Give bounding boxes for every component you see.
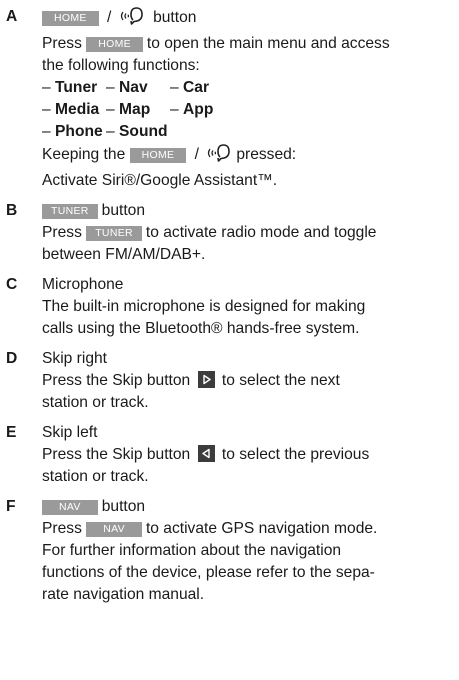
entry-body: TUNER button Press TUNER to activate radio… (42, 200, 453, 266)
entry-body: Microphone The built-in microphone is de… (42, 274, 453, 340)
title-suffix: button (101, 202, 146, 219)
title-suffix: button (153, 9, 197, 26)
desc-line: between FM/AM/DAB+. (42, 246, 206, 263)
text: pressed: (236, 146, 297, 163)
entry-body: Skip right Press the Skip button to sele… (42, 348, 453, 414)
desc-line: For further information about the naviga… (42, 542, 342, 559)
desc-line: calls using the Bluetooth® hands-free sy… (42, 320, 360, 337)
nav-key-label: NAV (86, 522, 142, 537)
tuner-key-label: TUNER (86, 226, 142, 241)
desc-line: Press the Skip button to select the prev… (42, 444, 453, 466)
entry-body: Skip left Press the Skip button to selec… (42, 422, 453, 488)
entry-title: HOME / button (42, 6, 453, 33)
text: Press the Skip button (42, 446, 191, 463)
function-item: – Car (170, 79, 210, 96)
home-key-label: HOME (42, 11, 99, 26)
text: to activate radio mode and toggle (145, 224, 377, 241)
desc-line: the following functions: (42, 57, 200, 74)
nav-key-label: NAV (42, 500, 98, 515)
skip-left-icon (197, 445, 215, 462)
text: Press the Skip button (42, 372, 191, 389)
entry-title: Microphone (42, 276, 124, 293)
entry-d: D Skip right Press the Skip button to se… (5, 348, 453, 414)
function-item: – Map (106, 101, 151, 118)
desc-line: Press the Skip button to select the next (42, 370, 453, 392)
entry-a: A HOME / button Press HOME to open the ma… (5, 6, 453, 192)
desc-line: station or track. (42, 468, 149, 485)
slash: / (194, 146, 199, 163)
voice-assistant-icon (205, 143, 233, 170)
entry-letter: B (6, 202, 18, 219)
desc-line: functions of the device, please refer to… (42, 564, 375, 581)
entry-title: NAV button (42, 496, 453, 518)
function-item: – Phone (42, 123, 103, 140)
entry-letter: A (6, 8, 18, 25)
entry-letter: C (6, 276, 18, 293)
entry-letter: E (6, 424, 17, 441)
text: Keeping the (42, 146, 126, 163)
entry-letter: F (6, 498, 16, 515)
desc-line: Press TUNER to activate radio mode and to… (42, 222, 453, 244)
desc-line: Keeping the HOME / pressed: (42, 143, 453, 170)
slash: / (107, 9, 112, 26)
voice-assistant-icon (118, 6, 146, 33)
function-item: – App (170, 101, 214, 118)
desc-line: The built-in microphone is designed for … (42, 298, 366, 315)
text: Press (42, 35, 82, 52)
text: Press (42, 520, 82, 537)
title-suffix: button (101, 498, 146, 515)
entry-f: F NAV button Press NAV to activate GPS nav… (5, 496, 453, 606)
home-key-label: HOME (129, 148, 187, 163)
text: to open the main menu and access (146, 35, 390, 52)
entry-body: HOME / button Press HOME to open the main… (42, 6, 453, 192)
text: to activate GPS navigation mode. (145, 520, 378, 537)
manual-page: A HOME / button Press HOME to open the ma… (0, 0, 459, 606)
entry-c: C Microphone The built-in microphone is … (5, 274, 453, 340)
entry-body: NAV button Press NAV to activate GPS navig… (42, 496, 453, 606)
function-item: – Media (42, 101, 100, 118)
entry-e: E Skip left Press the Skip button to sel… (5, 422, 453, 488)
function-item: – Nav (106, 79, 148, 96)
desc-line: Press HOME to open the main menu and acce… (42, 33, 453, 55)
text: Press (42, 224, 82, 241)
function-item: – Tuner (42, 79, 98, 96)
home-key-label: HOME (86, 37, 143, 52)
tuner-key-label: TUNER (42, 204, 98, 219)
entry-title: Skip left (42, 424, 98, 441)
text: to select the next (221, 372, 340, 389)
entry-letter: D (6, 350, 18, 367)
desc-line: Press NAV to activate GPS navigation mode… (42, 518, 453, 540)
text: to select the previous (221, 446, 370, 463)
entry-b: B TUNER button Press TUNER to activate rad… (5, 200, 453, 266)
desc-line: station or track. (42, 394, 149, 411)
desc-line: rate navigation manual. (42, 586, 205, 603)
desc-line: Activate Siri®/Google Assistant™. (42, 172, 278, 189)
function-item: – Sound (106, 123, 168, 140)
entry-title: TUNER button (42, 200, 453, 222)
entry-title: Skip right (42, 350, 108, 367)
skip-right-icon (197, 371, 215, 388)
function-list: – Tuner – Nav – Car – Media – Map – App … (42, 77, 453, 143)
